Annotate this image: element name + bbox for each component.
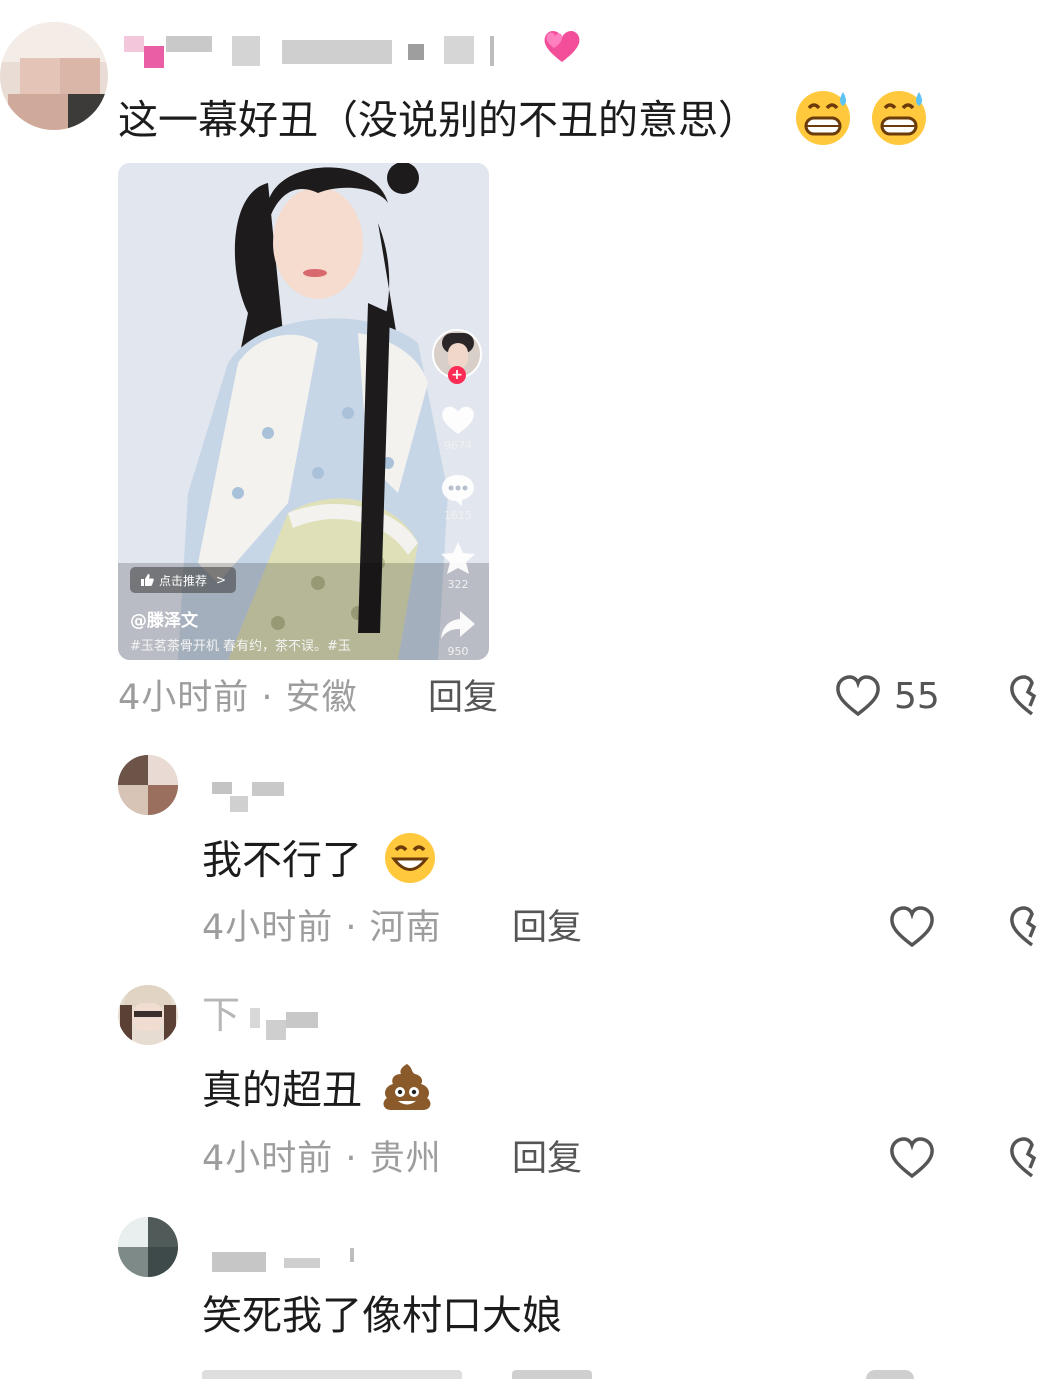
thumbs-up-icon — [141, 574, 154, 586]
grinning-sweat-emoji — [793, 88, 853, 157]
broken-heart-icon[interactable] — [1008, 1136, 1038, 1180]
reply-button[interactable]: 回复 — [512, 1137, 582, 1181]
video-share-count: 950 — [447, 645, 469, 658]
follow-plus-icon[interactable]: + — [448, 366, 466, 384]
comment-location: 安徽 — [285, 678, 358, 718]
like-count: 55 — [894, 675, 940, 717]
video-caption: #玉茗茶骨开机 春有约，茶不误。#玉 — [130, 639, 351, 654]
broken-heart-icon[interactable] — [1008, 905, 1038, 949]
video-favorite-icon[interactable] — [440, 541, 476, 575]
meta-separator: · — [333, 908, 370, 948]
video-like-count: 9674 — [444, 439, 472, 452]
sparkling-hearts-emoji — [540, 26, 584, 70]
recommend-label: 点击推荐 — [159, 573, 208, 588]
recommend-button[interactable]: 点击推荐 > — [130, 567, 237, 593]
grinning-sweat-emoji — [869, 88, 929, 157]
comment-location: 河南 — [369, 908, 442, 948]
meta-separator: · — [249, 678, 286, 718]
heart-outline-icon[interactable] — [888, 905, 936, 949]
comment-location: 贵州 — [369, 1139, 442, 1179]
reply-button[interactable]: 回复 — [512, 906, 582, 950]
meta-separator: · — [333, 1139, 370, 1179]
comment-text: 笑死我了像村口大娘 — [202, 1293, 562, 1339]
comment-time: 4小时前 — [118, 678, 250, 718]
comment-meta: 4小时前 · 安徽 — [118, 676, 358, 720]
username-partial[interactable]: 下 — [202, 992, 240, 1038]
video-author[interactable]: @滕泽文 — [130, 606, 198, 631]
grinning-emoji — [381, 830, 439, 895]
avatar[interactable] — [0, 22, 108, 130]
comment-text: 真的超丑 — [202, 1062, 435, 1123]
heart-outline-icon — [836, 675, 880, 717]
heart-outline-icon[interactable] — [888, 1136, 936, 1180]
like-button[interactable]: 55 — [834, 674, 940, 718]
comment-time: 4小时前 — [202, 908, 334, 948]
video-like-icon[interactable] — [440, 403, 476, 435]
video-comment-count: 1615 — [444, 509, 472, 522]
chevron-right-icon: > — [216, 573, 227, 587]
comment-time: 4小时前 — [202, 1139, 334, 1179]
reply-button[interactable]: 回复 — [428, 676, 498, 720]
poop-emoji — [379, 1062, 435, 1123]
avatar[interactable] — [118, 985, 178, 1045]
comment-meta: 4小时前 · 贵州 — [202, 1137, 442, 1181]
comment-meta: 4小时前 · 河南 — [202, 906, 442, 950]
avatar[interactable] — [118, 755, 178, 815]
video-share-icon[interactable] — [440, 609, 476, 641]
comment-text: 我不行了 — [202, 830, 439, 895]
avatar[interactable] — [118, 1217, 178, 1277]
broken-heart-icon[interactable] — [1008, 674, 1038, 718]
comment-text: 这一幕好丑（没说别的不丑的意思） — [118, 88, 929, 157]
video-comment-icon[interactable] — [440, 473, 476, 507]
video-favorite-count: 322 — [447, 578, 469, 591]
video-card[interactable]: + 9674 1615 322 950 点击推荐 > @滕泽文 #玉茗茶骨开机 … — [118, 163, 489, 660]
